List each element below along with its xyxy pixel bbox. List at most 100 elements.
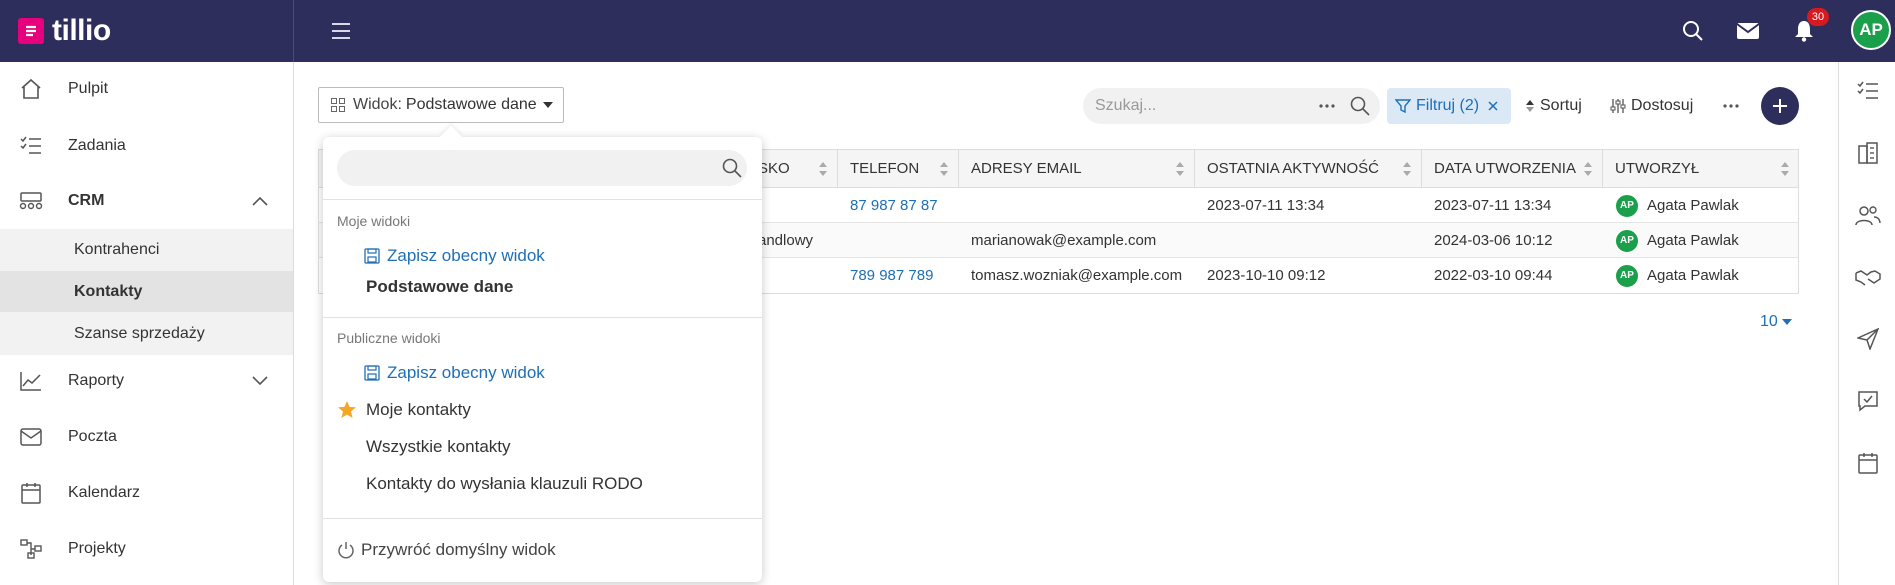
cell-email[interactable]: tomasz.wozniak@example.com: [959, 258, 1182, 293]
contacts-icon[interactable]: [1855, 202, 1881, 228]
cell-creator[interactable]: AP Agata Pawlak: [1603, 258, 1739, 293]
column-header[interactable]: OSTATNIA AKTYWNOŚĆ: [1195, 150, 1422, 187]
brand-name: tillio: [52, 14, 111, 47]
power-icon: [338, 542, 354, 559]
cell-creator[interactable]: AP Agata Pawlak: [1603, 223, 1739, 258]
cell-email[interactable]: marianowak@example.com: [959, 223, 1156, 258]
view-option[interactable]: Kontakty do wysłania klauzuli RODO: [323, 468, 762, 500]
search-icon[interactable]: [1349, 95, 1371, 117]
cell-created: 2023-07-11 13:34: [1434, 197, 1552, 214]
cell-creator[interactable]: AP Agata Pawlak: [1603, 188, 1739, 223]
column-header[interactable]: ADRESY EMAIL: [959, 150, 1195, 187]
page-size-selector[interactable]: 10: [1760, 313, 1792, 331]
sidebar-item-crm[interactable]: CRM: [0, 179, 294, 223]
close-icon[interactable]: [1487, 100, 1499, 112]
calendar-icon[interactable]: [1855, 450, 1881, 476]
more-horizontal-icon[interactable]: [1317, 96, 1337, 116]
more-horizontal-icon[interactable]: [1720, 95, 1742, 117]
notifications-badge: 30: [1807, 8, 1829, 26]
view-selector[interactable]: Widok: Podstawowe dane: [318, 87, 564, 123]
add-button[interactable]: [1761, 87, 1799, 125]
sidebar-item-raporty[interactable]: Raporty: [0, 359, 294, 403]
creator-name: Agata Pawlak: [1647, 267, 1739, 284]
cell-created: 2024-03-06 10:12: [1434, 232, 1553, 249]
caret-down-icon: [1781, 319, 1792, 325]
customize-label: Dostosuj: [1631, 97, 1694, 114]
save-public-view-button[interactable]: Zapisz obecny widok: [323, 357, 762, 389]
cell-phone[interactable]: 789 987 789: [838, 258, 933, 293]
sidebar-item-kalendarz[interactable]: Kalendarz: [0, 471, 294, 515]
divider: [323, 317, 762, 318]
sort-icon: [940, 162, 948, 176]
brand[interactable]: tillio: [0, 0, 294, 62]
sidebar-item-pulpit[interactable]: Pulpit: [0, 67, 294, 111]
sidebar-item-label: Zadania: [68, 137, 126, 154]
search-bar: [1083, 88, 1380, 124]
sidebar-item-poczta[interactable]: Poczta: [0, 415, 294, 459]
sidebar-item-projekty[interactable]: Projekty: [0, 527, 294, 571]
plus-icon: [1773, 99, 1787, 113]
search-input[interactable]: [1095, 97, 1305, 115]
cell-email[interactable]: [959, 188, 971, 223]
chat-check-icon[interactable]: [1855, 388, 1881, 414]
sidebar-subitem-kontrahenci[interactable]: Kontrahenci: [0, 229, 293, 270]
customize-button[interactable]: Dostosuj: [1610, 88, 1693, 124]
search-icon[interactable]: [721, 157, 743, 179]
filter-label: Filtruj (2): [1416, 97, 1480, 114]
view-option[interactable]: Podstawowe dane: [323, 271, 762, 303]
save-my-view-button[interactable]: Zapisz obecny widok: [323, 240, 762, 272]
column-header[interactable]: TELEFON: [838, 150, 959, 187]
reset-view-button[interactable]: Przywróć domyślny widok: [323, 532, 762, 568]
logo-icon: [18, 18, 44, 44]
handshake-icon[interactable]: [1855, 264, 1881, 290]
sidebar-subitem-kontakty[interactable]: Kontakty: [0, 271, 293, 312]
my-views-heading: Moje widoki: [337, 213, 411, 229]
filter-icon: [1395, 99, 1411, 114]
menu-toggle-icon[interactable]: [332, 19, 352, 43]
save-my-view-label: Zapisz obecny widok: [387, 246, 545, 265]
creator-name: Agata Pawlak: [1647, 232, 1739, 249]
column-header[interactable]: UTWORZYŁ: [1603, 150, 1799, 187]
cell-phone[interactable]: [838, 223, 850, 258]
projects-icon: [18, 536, 44, 562]
sort-icon: [819, 162, 827, 176]
search-icon[interactable]: [1680, 18, 1706, 44]
mail-icon: [18, 424, 44, 450]
filter-button[interactable]: Filtruj (2): [1387, 88, 1511, 124]
column-label: UTWORZYŁ: [1615, 160, 1700, 177]
view-value: Podstawowe dane: [405, 96, 537, 113]
divider: [323, 199, 762, 200]
reset-view-label: Przywróć domyślny widok: [361, 540, 556, 559]
mail-icon[interactable]: [1735, 18, 1761, 44]
chevron-down-icon[interactable]: [250, 371, 270, 391]
user-avatar[interactable]: AP: [1851, 10, 1891, 50]
column-header[interactable]: DATA UTWORZENIA: [1422, 150, 1603, 187]
chevron-up-icon[interactable]: [250, 191, 270, 211]
sidebar-item-label: Projekty: [68, 540, 126, 557]
divider: [323, 518, 762, 519]
view-option[interactable]: Wszystkie kontakty: [323, 431, 762, 463]
avatar: AP: [1615, 228, 1639, 253]
page-size-value: 10: [1760, 313, 1778, 330]
view-option-label: Moje kontakty: [366, 400, 471, 419]
caret-down-icon: [542, 102, 553, 108]
grid-icon: [331, 98, 345, 112]
sidebar-item-zadania[interactable]: Zadania: [0, 124, 294, 168]
sort-button[interactable]: Sortuj: [1525, 88, 1582, 124]
column-label: TELEFON: [850, 160, 920, 177]
sidebar: Pulpit Zadania CRM Kontrahenci Kontakty …: [0, 62, 294, 585]
avatar: AP: [1615, 193, 1639, 218]
creator-name: Agata Pawlak: [1647, 197, 1739, 214]
star-icon: [338, 401, 356, 418]
cell-phone[interactable]: 87 987 87 87: [838, 188, 938, 223]
save-icon: [364, 248, 380, 264]
view-search-input[interactable]: [351, 158, 691, 176]
send-icon[interactable]: [1855, 326, 1881, 352]
tasks-list-icon[interactable]: [1855, 78, 1881, 104]
sidebar-item-label: Pulpit: [68, 80, 109, 97]
column-label: OSTATNIA AKTYWNOŚĆ: [1207, 160, 1379, 177]
sidebar-subitem-szanse[interactable]: Szanse sprzedaży: [0, 313, 293, 354]
view-option[interactable]: Moje kontakty: [323, 394, 762, 426]
buildings-icon[interactable]: [1855, 140, 1881, 166]
sort-icon: [1176, 162, 1184, 176]
